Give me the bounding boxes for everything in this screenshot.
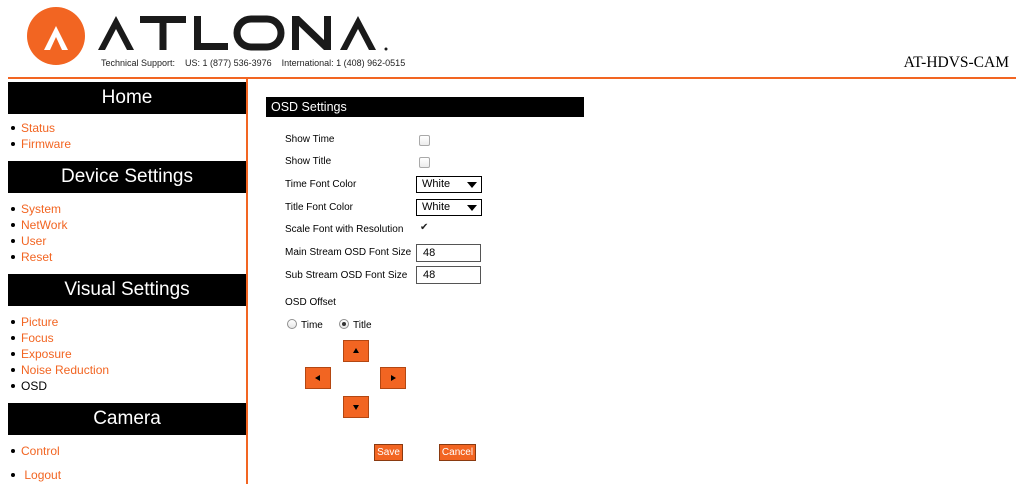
bullet-icon: [11, 141, 15, 146]
scale-font-checkbox[interactable]: [419, 222, 430, 236]
sidebar-item-user[interactable]: User: [8, 233, 67, 249]
sidebar-item-firmware[interactable]: Firmware: [8, 136, 71, 152]
osd-settings-title: OSD Settings: [266, 97, 584, 117]
support-intl-phone: International: 1 (408) 962-0515: [281, 58, 406, 68]
cancel-button[interactable]: Cancel: [439, 444, 476, 461]
sidebar-section-device-settings: Device Settings: [8, 161, 246, 193]
sidebar-link-firmware[interactable]: Firmware: [21, 137, 71, 151]
sidebar-list-logout: Logout: [8, 467, 61, 483]
offset-time-label: Time: [301, 320, 323, 331]
sidebar-item-picture[interactable]: Picture: [8, 314, 109, 330]
sidebar-section-visual-settings: Visual Settings: [8, 274, 246, 306]
sidebar-section-home: Home: [8, 82, 246, 114]
sidebar-list-device-settings: System NetWork User Reset: [8, 201, 67, 265]
title-font-color-select[interactable]: White: [416, 199, 482, 216]
bullet-icon: [11, 254, 15, 259]
bullet-icon: [11, 222, 15, 227]
show-time-checkbox[interactable]: [419, 135, 430, 146]
sidebar: Home Status Firmware Device Settings Sys…: [8, 79, 246, 484]
bullet-icon: [11, 125, 15, 130]
sidebar-item-system[interactable]: System: [8, 201, 67, 217]
offset-title-radio[interactable]: [339, 319, 349, 329]
support-info: Technical Support: US: 1 (877) 536-3976 In…: [101, 58, 415, 68]
time-font-color-label: Time Font Color: [285, 179, 357, 190]
dropdown-arrow-icon: [467, 182, 477, 188]
show-title-label: Show Title: [285, 156, 332, 167]
sidebar-link-network[interactable]: NetWork: [21, 218, 67, 232]
sidebar-link-status[interactable]: Status: [21, 121, 55, 135]
support-us-phone: US: 1 (877) 536-3976: [185, 58, 272, 68]
main-stream-font-size-label: Main Stream OSD Font Size: [285, 247, 412, 258]
arrow-right-icon: [391, 375, 396, 381]
sidebar-list-camera: Control: [8, 443, 60, 459]
sub-stream-font-size-input[interactable]: 48: [416, 266, 481, 284]
sidebar-item-network[interactable]: NetWork: [8, 217, 67, 233]
sidebar-item-status[interactable]: Status: [8, 120, 71, 136]
sidebar-item-osd[interactable]: OSD: [8, 378, 109, 394]
dropdown-arrow-icon: [467, 205, 477, 211]
arrow-left-icon: [315, 375, 320, 381]
time-font-color-select[interactable]: White: [416, 176, 482, 193]
bullet-icon: [11, 206, 15, 211]
osd-offset-label: OSD Offset: [285, 297, 336, 308]
bullet-icon: [11, 448, 15, 453]
sidebar-link-system[interactable]: System: [21, 202, 61, 216]
bullet-icon: [11, 319, 15, 324]
show-time-label: Show Time: [285, 134, 335, 145]
sidebar-item-control[interactable]: Control: [8, 443, 60, 459]
sidebar-divider: [246, 79, 248, 484]
sidebar-list-home: Status Firmware: [8, 120, 71, 152]
sidebar-link-picture[interactable]: Picture: [21, 315, 58, 329]
sidebar-section-camera: Camera: [8, 403, 246, 435]
sidebar-list-visual-settings: Picture Focus Exposure Noise Reduction O…: [8, 314, 109, 394]
offset-right-button[interactable]: [380, 367, 406, 389]
offset-down-button[interactable]: [343, 396, 369, 418]
sidebar-item-logout[interactable]: Logout: [8, 467, 61, 483]
title-font-color-label: Title Font Color: [285, 202, 353, 213]
sidebar-link-focus[interactable]: Focus: [21, 331, 54, 345]
brand-wordmark: [98, 15, 388, 51]
offset-title-label: Title: [353, 320, 372, 331]
sidebar-item-exposure[interactable]: Exposure: [8, 346, 109, 362]
sidebar-item-noise-reduction[interactable]: Noise Reduction: [8, 362, 109, 378]
arrow-down-icon: [353, 405, 359, 410]
sidebar-link-reset[interactable]: Reset: [21, 250, 52, 264]
sidebar-item-focus[interactable]: Focus: [8, 330, 109, 346]
time-font-color-value: White: [422, 178, 451, 190]
bullet-icon: [11, 238, 15, 243]
main-stream-font-size-input[interactable]: 48: [416, 244, 481, 262]
support-label: Technical Support:: [101, 58, 176, 68]
atlona-logo-icon: [27, 7, 85, 65]
sidebar-link-control[interactable]: Control: [21, 444, 60, 458]
offset-left-button[interactable]: [305, 367, 331, 389]
offset-time-radio[interactable]: [287, 319, 297, 329]
save-button[interactable]: Save: [374, 444, 403, 461]
bullet-icon: [11, 472, 15, 477]
sidebar-link-osd-current[interactable]: OSD: [21, 379, 47, 393]
sidebar-link-noise-reduction[interactable]: Noise Reduction: [21, 363, 109, 377]
offset-up-button[interactable]: [343, 340, 369, 362]
bullet-icon: [11, 335, 15, 340]
sub-stream-font-size-label: Sub Stream OSD Font Size: [285, 270, 408, 281]
sidebar-link-exposure[interactable]: Exposure: [21, 347, 72, 361]
model-name: AT-HDVS-CAM: [903, 54, 1009, 71]
bullet-icon: [11, 367, 15, 372]
show-title-checkbox[interactable]: [419, 157, 430, 168]
logout-link[interactable]: Logout: [24, 468, 61, 482]
scale-font-label: Scale Font with Resolution: [285, 224, 404, 235]
sidebar-link-user[interactable]: User: [21, 234, 46, 248]
arrow-up-icon: [353, 348, 359, 353]
bullet-icon: [11, 351, 15, 356]
bullet-icon: [11, 383, 15, 388]
sidebar-item-reset[interactable]: Reset: [8, 249, 67, 265]
title-font-color-value: White: [422, 201, 451, 213]
